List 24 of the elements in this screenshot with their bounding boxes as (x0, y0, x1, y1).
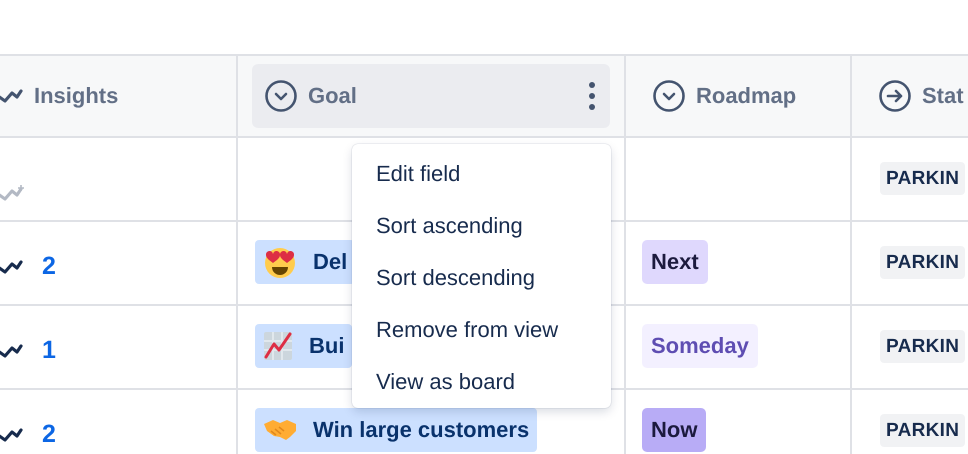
menu-item[interactable]: View as board (352, 364, 611, 404)
column-header[interactable]: Goal (252, 64, 610, 128)
chevron-down-icon (264, 79, 298, 113)
insight-count[interactable]: 2 (42, 252, 56, 281)
status-lozenge[interactable]: PARKIN (880, 246, 966, 279)
roadmap-tag[interactable]: Now (642, 408, 706, 452)
arrow-right-icon (878, 79, 912, 113)
status-lozenge[interactable]: PARKIN (880, 330, 966, 363)
chart-increasing-icon (263, 331, 293, 361)
menu-item[interactable]: Remove from view (352, 312, 611, 364)
roadmap-tag[interactable]: Next (642, 240, 708, 284)
handshake-icon (263, 418, 297, 442)
column-header[interactable]: Insights (0, 83, 118, 109)
status-lozenge[interactable]: PARKIN (880, 162, 966, 195)
chevron-down-icon (652, 79, 686, 113)
insight-count[interactable]: 2 (42, 420, 56, 449)
goal-tag[interactable]: Bui (255, 324, 352, 368)
status-lozenge[interactable]: PARKIN (880, 414, 966, 447)
menu-item[interactable]: Edit field (352, 156, 611, 208)
heart-eyes-emoji-icon (263, 245, 297, 279)
goal-tag[interactable]: Win large customers (255, 408, 538, 452)
roadmap-tag[interactable]: Someday (642, 324, 758, 368)
more-options-icon[interactable] (588, 81, 596, 111)
insight-count[interactable]: 1 (42, 336, 56, 365)
